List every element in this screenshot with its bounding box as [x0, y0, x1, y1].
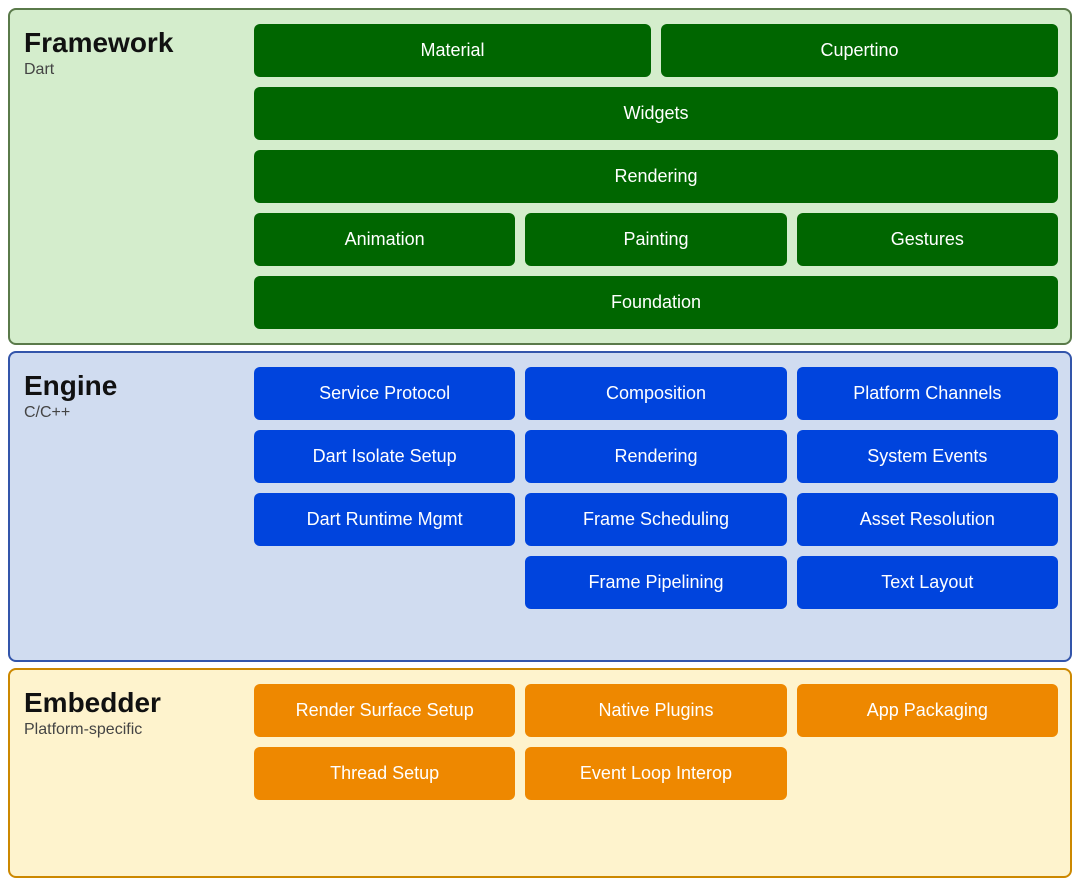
eng-row-4: Frame Pipelining Text Layout [254, 556, 1058, 609]
fw-widgets-btn: Widgets [254, 87, 1058, 140]
eng-frame-scheduling-btn: Frame Scheduling [525, 493, 786, 546]
emb-app-packaging-btn: App Packaging [797, 684, 1058, 737]
eng-rendering-btn: Rendering [525, 430, 786, 483]
engine-label: Engine C/C++ [24, 367, 254, 646]
fw-row-4: Animation Painting Gestures [254, 213, 1058, 266]
eng-service-protocol-btn: Service Protocol [254, 367, 515, 420]
eng-dart-runtime-btn: Dart Runtime Mgmt [254, 493, 515, 546]
eng-asset-resolution-btn: Asset Resolution [797, 493, 1058, 546]
embedder-content: Render Surface Setup Native Plugins App … [254, 684, 1058, 862]
embedder-subtitle: Platform-specific [24, 721, 254, 739]
framework-subtitle: Dart [24, 61, 254, 79]
engine-subtitle: C/C++ [24, 404, 254, 422]
emb-native-plugins-btn: Native Plugins [525, 684, 786, 737]
fw-cupertino-btn: Cupertino [661, 24, 1058, 77]
fw-painting-btn: Painting [525, 213, 786, 266]
eng-composition-btn: Composition [525, 367, 786, 420]
embedder-label: Embedder Platform-specific [24, 684, 254, 862]
fw-row-2: Widgets [254, 87, 1058, 140]
eng-dart-isolate-btn: Dart Isolate Setup [254, 430, 515, 483]
fw-foundation-btn: Foundation [254, 276, 1058, 329]
embedder-title: Embedder [24, 688, 254, 719]
emb-row-2: Thread Setup Event Loop Interop [254, 747, 1058, 800]
fw-animation-btn: Animation [254, 213, 515, 266]
diagram-container: Framework Dart Material Cupertino Widget… [0, 0, 1080, 886]
fw-material-btn: Material [254, 24, 651, 77]
fw-rendering-btn: Rendering [254, 150, 1058, 203]
fw-row-3: Rendering [254, 150, 1058, 203]
engine-title: Engine [24, 371, 254, 402]
emb-thread-setup-btn: Thread Setup [254, 747, 515, 800]
engine-section: Engine C/C++ Service Protocol Compositio… [8, 351, 1072, 662]
framework-label: Framework Dart [24, 24, 254, 329]
eng-row-2: Dart Isolate Setup Rendering System Even… [254, 430, 1058, 483]
eng-row-3: Dart Runtime Mgmt Frame Scheduling Asset… [254, 493, 1058, 546]
eng-row-1: Service Protocol Composition Platform Ch… [254, 367, 1058, 420]
framework-content: Material Cupertino Widgets Rendering Ani… [254, 24, 1058, 329]
fw-row-1: Material Cupertino [254, 24, 1058, 77]
engine-content: Service Protocol Composition Platform Ch… [254, 367, 1058, 646]
framework-title: Framework [24, 28, 254, 59]
eng-platform-channels-btn: Platform Channels [797, 367, 1058, 420]
framework-section: Framework Dart Material Cupertino Widget… [8, 8, 1072, 345]
fw-gestures-btn: Gestures [797, 213, 1058, 266]
emb-event-loop-btn: Event Loop Interop [525, 747, 786, 800]
embedder-section: Embedder Platform-specific Render Surfac… [8, 668, 1072, 878]
eng-system-events-btn: System Events [797, 430, 1058, 483]
eng-frame-pipelining-btn: Frame Pipelining [525, 556, 786, 609]
emb-row-1: Render Surface Setup Native Plugins App … [254, 684, 1058, 737]
eng-text-layout-btn: Text Layout [797, 556, 1058, 609]
emb-render-surface-btn: Render Surface Setup [254, 684, 515, 737]
fw-row-5: Foundation [254, 276, 1058, 329]
